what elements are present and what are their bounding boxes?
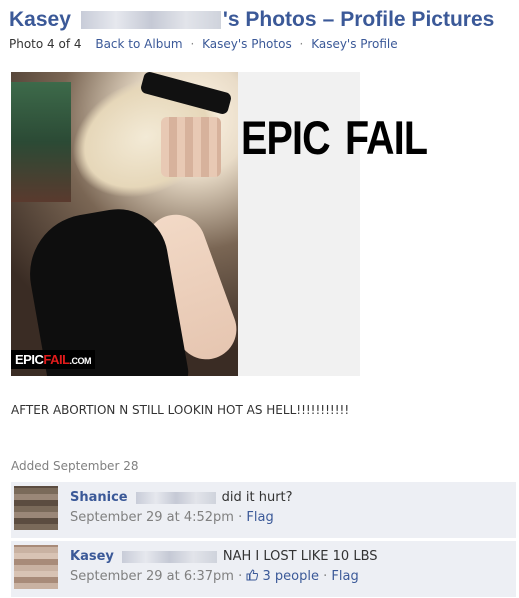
separator-dot: ·: [238, 569, 243, 584]
flag-link[interactable]: Flag: [246, 510, 273, 525]
comment-timestamp: September 29 at 4:52pm: [70, 510, 234, 525]
flag-link[interactable]: Flag: [331, 569, 358, 584]
comment-author[interactable]: Kasey: [70, 549, 114, 564]
separator-dot: ·: [299, 37, 304, 51]
separator-dot: ·: [238, 510, 243, 525]
comment-item: Shanice did it hurt? September 29 at 4:5…: [11, 482, 516, 539]
profile-photo[interactable]: [11, 72, 238, 376]
avatar[interactable]: [14, 486, 58, 530]
comment-timestamp: September 29 at 6:37pm: [70, 569, 234, 584]
title-separator: –: [322, 8, 335, 31]
owner-name[interactable]: Kasey: [9, 8, 71, 32]
comment-text: NAH I LOST LIKE 10 LBS: [222, 549, 378, 564]
photo-subnav: Photo 4 of 4 Back to Album · Kasey's Pho…: [9, 37, 398, 51]
epic-fail-overlay: EPIC FAIL: [241, 111, 428, 164]
added-date: Added September 28: [11, 459, 139, 473]
thumbs-up-icon: [246, 569, 259, 581]
photo-shelf: [11, 82, 71, 202]
photo-position: Photo 4 of 4: [9, 37, 82, 51]
back-to-album-link[interactable]: Back to Album: [95, 37, 182, 51]
comment-text: did it hurt?: [221, 490, 293, 505]
separator-dot: ·: [323, 569, 328, 584]
separator-dot: ·: [190, 37, 195, 51]
album-title: Profile Pictures: [340, 8, 495, 31]
redacted-surname: [121, 550, 217, 563]
photo-caption: AFTER ABORTION N STILL LOOKIN HOT AS HEL…: [11, 403, 350, 417]
avatar[interactable]: [14, 545, 58, 589]
comment-item: Kasey NAH I LOST LIKE 10 LBS September 2…: [11, 541, 516, 598]
page-title: Kasey 's Photos – Profile Pictures: [9, 7, 494, 33]
likes-link[interactable]: 3 people: [263, 569, 319, 584]
redacted-surname: [135, 491, 216, 504]
owner-photos-link[interactable]: Kasey's Photos: [202, 37, 292, 51]
redacted-surname: [80, 11, 221, 29]
epicfail-watermark: EPICFAIL.COM: [11, 350, 96, 369]
comment-author[interactable]: Shanice: [70, 490, 128, 505]
pixelated-face: [161, 117, 221, 177]
title-suffix: 's Photos: [222, 8, 317, 31]
owner-profile-link[interactable]: Kasey's Profile: [311, 37, 397, 51]
